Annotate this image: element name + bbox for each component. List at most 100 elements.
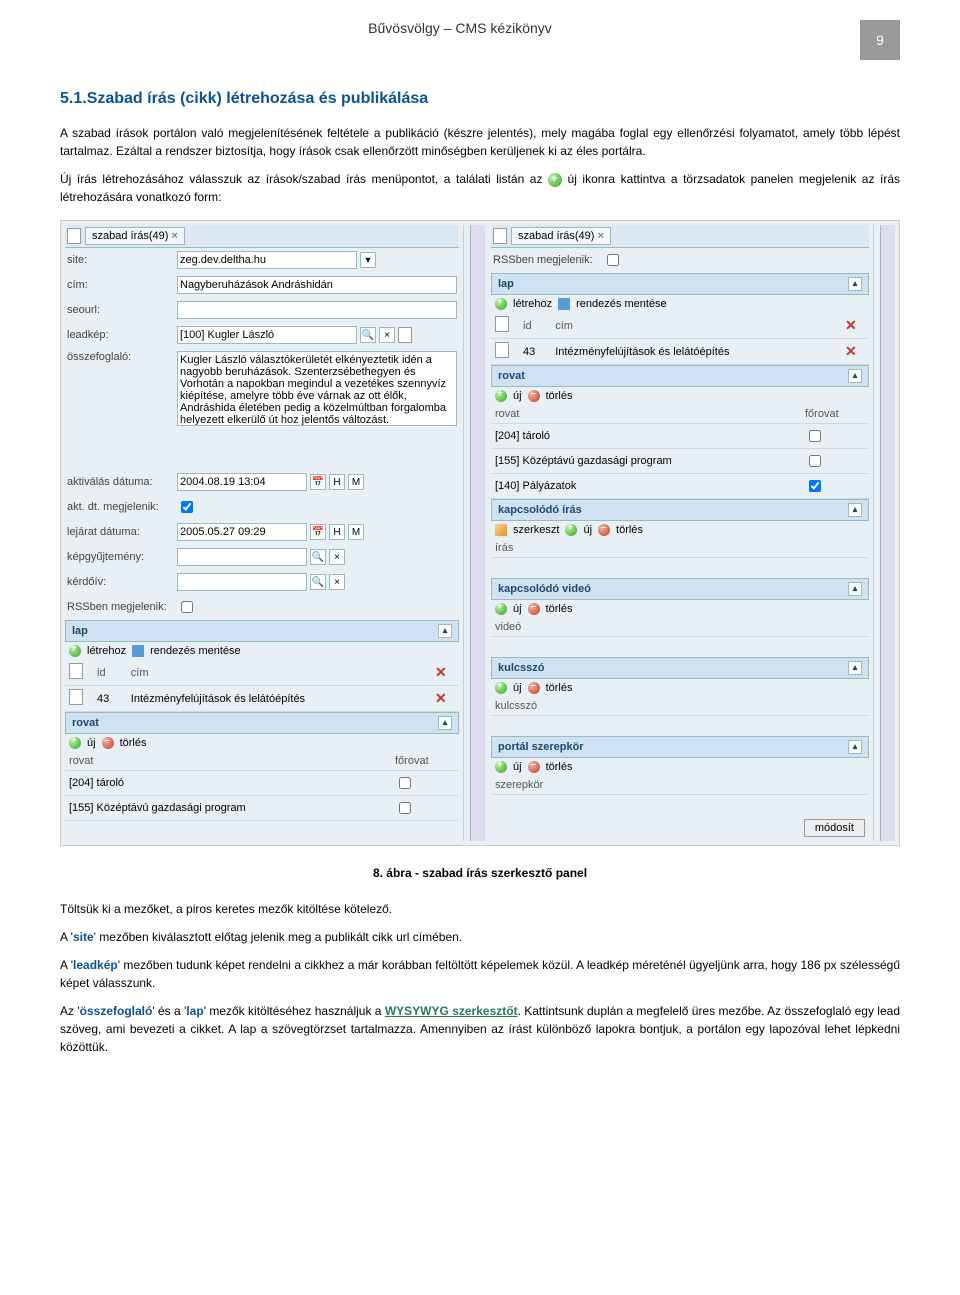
col-cim: cím: [551, 313, 841, 339]
table-row[interactable]: [155] Középtávú gazdasági program: [491, 449, 869, 474]
add-icon[interactable]: [495, 298, 507, 310]
clear-icon[interactable]: ×: [379, 327, 395, 343]
h-icon[interactable]: H: [329, 524, 345, 540]
close-icon[interactable]: ×: [597, 230, 603, 242]
add-button[interactable]: új: [583, 524, 592, 536]
add-icon[interactable]: [565, 524, 577, 536]
aktivalas-input[interactable]: [177, 473, 307, 491]
tab-szabad-iras-right[interactable]: szabad írás(49)×: [511, 227, 611, 245]
delete-icon[interactable]: ✕: [435, 664, 447, 680]
add-button[interactable]: új: [513, 682, 522, 694]
osszefoglalo-textarea[interactable]: Kugler László választókerületét elkényez…: [177, 351, 457, 426]
add-button[interactable]: új: [513, 603, 522, 615]
calendar-icon[interactable]: 📅: [310, 474, 326, 490]
forovat-checkbox[interactable]: [809, 480, 821, 492]
collapse-icon[interactable]: ▴: [848, 369, 862, 383]
forovat-checkbox[interactable]: [399, 777, 411, 789]
delete-icon[interactable]: [528, 603, 540, 615]
collapse-icon[interactable]: ▴: [438, 624, 452, 638]
clear-icon[interactable]: ×: [329, 574, 345, 590]
delete-icon[interactable]: [102, 737, 114, 749]
add-button[interactable]: új: [513, 761, 522, 773]
delete-icon[interactable]: [598, 524, 610, 536]
doc-header-title: Bűvösvölgy – CMS kézikönyv: [368, 20, 552, 36]
add-button[interactable]: új: [87, 737, 96, 749]
calendar-icon[interactable]: 📅: [310, 524, 326, 540]
collapse-icon[interactable]: ▴: [438, 716, 452, 730]
forovat-checkbox[interactable]: [809, 430, 821, 442]
delete-icon[interactable]: [528, 390, 540, 402]
table-row[interactable]: [204] tároló: [65, 771, 459, 796]
leadkep-input[interactable]: [177, 326, 357, 344]
create-button[interactable]: létrehoz: [87, 645, 126, 657]
collapse-icon[interactable]: ▴: [848, 661, 862, 675]
kerdoiv-input[interactable]: [177, 573, 307, 591]
delete-button[interactable]: törlés: [616, 524, 643, 536]
delete-button[interactable]: törlés: [546, 603, 573, 615]
add-icon[interactable]: [495, 390, 507, 402]
search-icon[interactable]: 🔍: [360, 327, 376, 343]
delete-icon[interactable]: ✕: [845, 343, 857, 359]
add-icon[interactable]: [69, 645, 81, 657]
collapse-icon[interactable]: ▴: [848, 277, 862, 291]
search-icon[interactable]: 🔍: [310, 574, 326, 590]
close-icon[interactable]: ×: [171, 230, 177, 242]
delete-icon[interactable]: ✕: [435, 690, 447, 706]
save-icon[interactable]: [132, 645, 144, 657]
scrollbar[interactable]: [470, 225, 485, 841]
table-row[interactable]: [140] Pályázatok: [491, 474, 869, 499]
forovat-checkbox[interactable]: [399, 802, 411, 814]
seourl-input[interactable]: [177, 301, 457, 319]
delete-icon[interactable]: [528, 761, 540, 773]
dropdown-icon[interactable]: ▾: [360, 252, 376, 268]
label-rss: RSSben megjelenik:: [67, 601, 177, 613]
save-icon[interactable]: [558, 298, 570, 310]
forovat-checkbox[interactable]: [809, 455, 821, 467]
create-button[interactable]: létrehoz: [513, 298, 552, 310]
collapse-icon[interactable]: ▴: [848, 582, 862, 596]
delete-icon[interactable]: [528, 682, 540, 694]
collapse-icon[interactable]: ▴: [848, 503, 862, 517]
table-row[interactable]: 43Intézményfelújítások és lelátóépítés✕: [491, 339, 869, 365]
paragraph-instruction: Új írás létrehozásához válasszuk az írás…: [60, 170, 900, 206]
page-icon[interactable]: [398, 327, 412, 343]
m-icon[interactable]: M: [348, 474, 364, 490]
col-id: id: [93, 660, 127, 686]
delete-button[interactable]: törlés: [546, 390, 573, 402]
tab-szabad-iras-left[interactable]: szabad írás(49)×: [85, 227, 185, 245]
scrollbar[interactable]: [880, 225, 895, 841]
add-icon[interactable]: [69, 737, 81, 749]
delete-icon[interactable]: ✕: [845, 317, 857, 333]
modosit-button[interactable]: módosít: [804, 819, 865, 837]
rss-checkbox[interactable]: [607, 254, 619, 266]
delete-button[interactable]: törlés: [120, 737, 147, 749]
section-rovat: rovat: [498, 370, 525, 382]
edit-icon[interactable]: [495, 524, 507, 536]
table-row[interactable]: [204] tároló: [491, 424, 869, 449]
site-input[interactable]: [177, 251, 357, 269]
collapse-icon[interactable]: ▴: [848, 740, 862, 754]
add-icon[interactable]: [495, 603, 507, 615]
add-button[interactable]: új: [513, 390, 522, 402]
rss-checkbox[interactable]: [181, 601, 193, 613]
section-kapcsolodo-iras: kapcsolódó írás: [498, 504, 582, 516]
saveorder-button[interactable]: rendezés mentése: [150, 645, 241, 657]
m-icon[interactable]: M: [348, 524, 364, 540]
table-row[interactable]: [155] Középtávú gazdasági program: [65, 796, 459, 821]
edit-button[interactable]: szerkeszt: [513, 524, 559, 536]
table-row[interactable]: 43Intézményfelújítások és lelátóépítés✕: [65, 686, 459, 712]
delete-button[interactable]: törlés: [546, 682, 573, 694]
h-icon[interactable]: H: [329, 474, 345, 490]
kepgyujt-input[interactable]: [177, 548, 307, 566]
cim-input[interactable]: [177, 276, 457, 294]
search-icon[interactable]: 🔍: [310, 549, 326, 565]
add-icon[interactable]: [495, 682, 507, 694]
delete-button[interactable]: törlés: [546, 761, 573, 773]
wysiwyg-link[interactable]: WYSYWYG szerkesztőt: [385, 1004, 518, 1018]
clear-icon[interactable]: ×: [329, 549, 345, 565]
page-icon: [69, 663, 83, 679]
lejarat-input[interactable]: [177, 523, 307, 541]
add-icon[interactable]: [495, 761, 507, 773]
aktmeg-checkbox[interactable]: [181, 501, 193, 513]
saveorder-button[interactable]: rendezés mentése: [576, 298, 667, 310]
